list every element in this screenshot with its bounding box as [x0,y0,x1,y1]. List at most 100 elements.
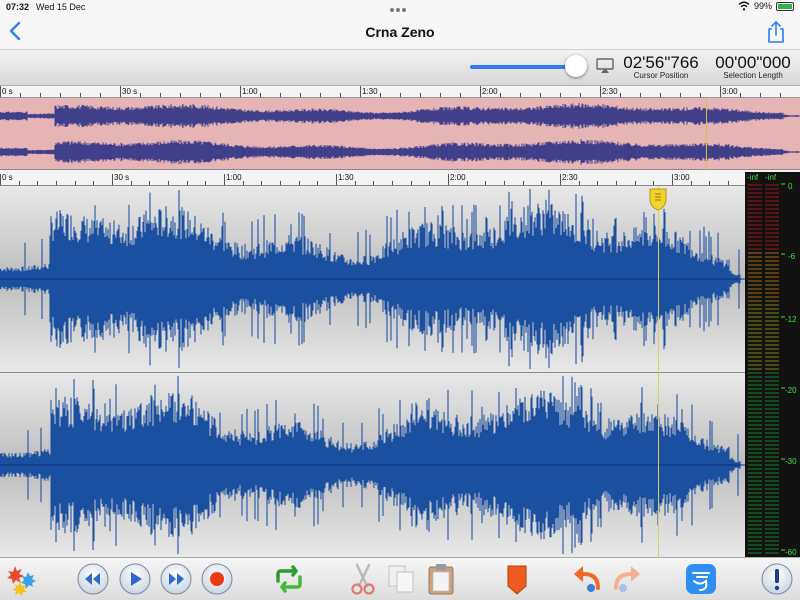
ruler-tick [20,93,21,97]
meter-segment [748,504,762,506]
effects-icon[interactable] [4,562,38,596]
meter-segment [748,348,762,350]
ruler-tick [720,86,721,97]
info-icon[interactable] [760,562,794,596]
meter-segment [748,456,762,458]
meter-segment [748,532,762,534]
ruler-tick [500,93,501,97]
airplay-icon[interactable] [596,58,614,74]
redo-icon[interactable] [610,562,644,596]
meter-segment [748,384,762,386]
ruler-tick [340,93,341,97]
meter-segment [765,340,779,342]
copy-icon[interactable] [384,562,418,596]
ruler-tick [74,181,76,185]
meter-segment [748,356,762,358]
meter-segment [765,476,779,478]
ruler-tick [440,93,441,97]
meter-segment [765,384,779,386]
ruler-tick-label: 1:00 [242,87,258,96]
ruler-tick-label: 2:00 [482,87,498,96]
meter-segment [748,516,762,518]
meter-segment [765,420,779,422]
meter-segment [765,460,779,462]
channel-right-graphic [0,376,745,554]
meter-segment [748,536,762,538]
meter-segment [765,532,779,534]
meter-segment [748,264,762,266]
meter-segment [765,432,779,434]
paste-icon[interactable] [424,562,458,596]
meter-segment [765,552,779,554]
ruler-tick-label: 3:00 [722,87,738,96]
battery-icon [776,1,794,11]
ruler-tick [149,181,151,185]
ruler-tick [760,93,761,97]
meter-segment [748,472,762,474]
meter-segment [748,376,762,378]
channel-right-waveform[interactable] [0,373,745,557]
ruler-tick [140,93,141,97]
volume-slider-track[interactable] [470,65,580,69]
meter-segment [748,412,762,414]
meter-segment [748,320,762,322]
meter-segment [748,260,762,262]
meter-segment [765,240,779,242]
fast-forward-icon[interactable] [159,562,193,596]
ruler-tick [466,181,468,185]
playhead-line[interactable] [658,186,659,557]
meter-segment [765,500,779,502]
meter-segment [765,208,779,210]
rewind-icon[interactable] [76,562,110,596]
meter-segment [748,428,762,430]
meter-segment [748,312,762,314]
meter-segment [748,212,762,214]
meter-segment [748,324,762,326]
meter-segment [748,484,762,486]
record-icon[interactable] [200,562,234,596]
cut-icon[interactable] [346,562,380,596]
meter-segment [765,400,779,402]
play-icon[interactable] [118,562,152,596]
meter-segment [765,260,779,262]
meter-segment [748,380,762,382]
volume-slider-knob[interactable] [565,55,587,77]
share-icon[interactable] [766,20,786,44]
loop-icon[interactable] [272,562,306,596]
meter-segment [748,328,762,330]
cursor-position-caption: Cursor Position [633,71,689,80]
ruler-tick [616,181,617,185]
marker-icon[interactable] [500,562,534,596]
meter-segment [765,312,779,314]
overview-waveform[interactable] [0,98,800,170]
main-timeline-ruler[interactable]: 0 s 30 s 1:00 1:30 2:00 2:30 3:00 [0,172,767,186]
ruler-tick [354,181,356,185]
meter-segment [748,540,762,542]
processing-icon[interactable] [684,562,718,596]
meter-segment [748,236,762,238]
navigation-bar: Crna Zeno [0,14,800,50]
channel-left-waveform[interactable] [0,186,745,372]
playhead-handle-icon[interactable] [648,187,668,211]
meter-scale-60: -60 [785,548,797,557]
meter-segment [765,396,779,398]
ruler-tick [37,181,39,185]
ruler-tick [100,93,101,97]
undo-icon[interactable] [570,562,604,596]
meter-segment [765,520,779,522]
ruler-tick [40,93,41,97]
ruler-tick [186,181,188,185]
meter-segment [748,364,762,366]
meter-segment [748,392,762,394]
meter-segment [765,496,779,498]
meter-segment [748,252,762,254]
meter-segment [748,388,762,390]
ruler-tick [260,93,261,97]
ruler-tick [709,181,711,185]
ruler-tick [360,86,361,97]
level-meter: -inf -inf 0 -6 -12 -20 -30 -60 [745,172,800,557]
overview-timeline-ruler: 0 s 30 s 1:00 1:30 2:00 2:30 3:00 [0,86,800,98]
multitasking-dots-icon[interactable] [390,4,410,12]
meter-segment [765,276,779,278]
meter-segment [748,272,762,274]
